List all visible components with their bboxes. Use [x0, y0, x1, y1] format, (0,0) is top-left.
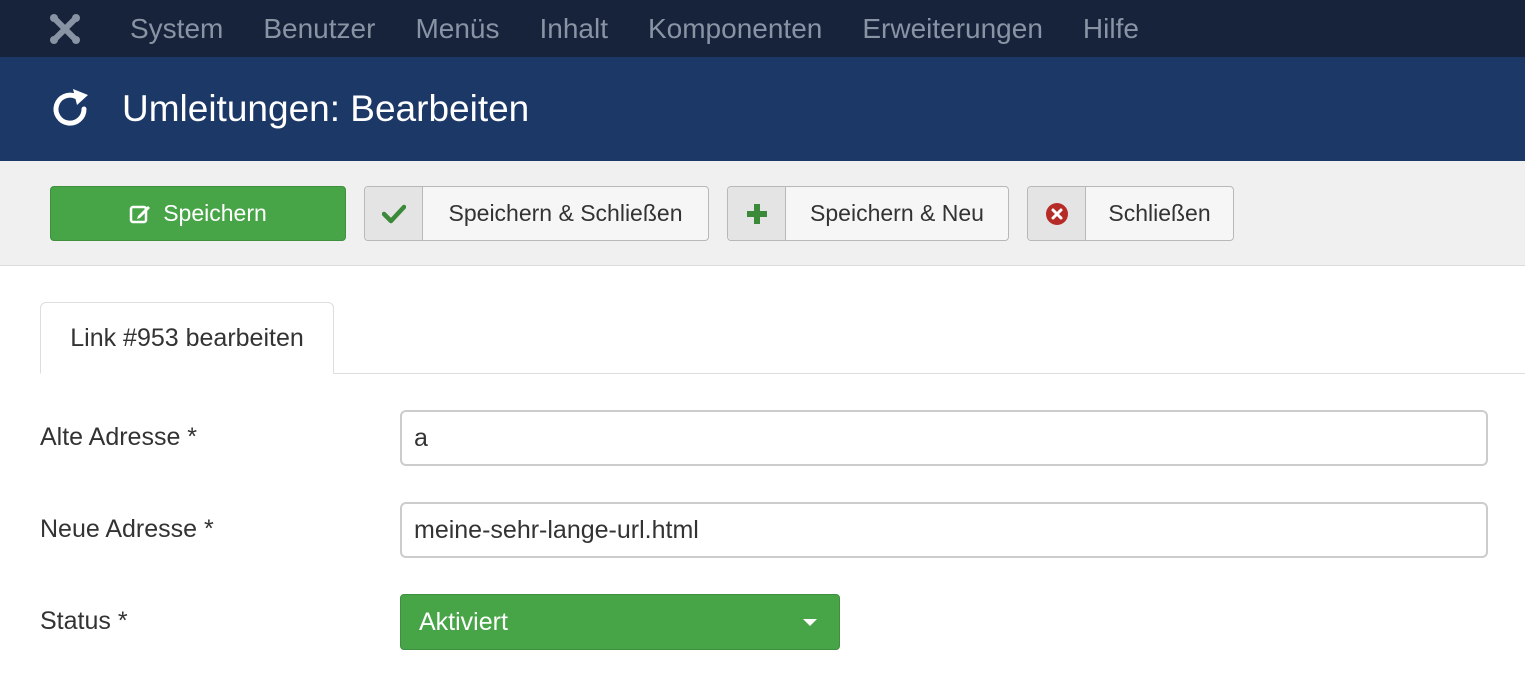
cancel-circle-icon [1028, 187, 1086, 240]
page-header: Umleitungen: Bearbeiten [0, 57, 1525, 161]
refresh-icon [48, 87, 92, 131]
close-button[interactable]: Schließen [1027, 186, 1234, 241]
status-select[interactable]: Aktiviert [400, 594, 840, 650]
nav-item-benutzer[interactable]: Benutzer [263, 0, 375, 57]
top-navbar: System Benutzer Menüs Inhalt Komponenten… [0, 0, 1525, 57]
nav-item-inhalt[interactable]: Inhalt [539, 0, 608, 57]
toolbar: Speichern Speichern & Schließen Speicher… [0, 161, 1525, 266]
save-close-label: Speichern & Schließen [448, 200, 683, 226]
old-url-label: Alte Adresse * [40, 423, 198, 451]
save-new-button[interactable]: Speichern & Neu [727, 186, 1009, 241]
nav-item-system[interactable]: System [130, 0, 223, 57]
new-url-input[interactable] [400, 502, 1488, 558]
check-icon [365, 187, 423, 240]
edit-icon [129, 203, 151, 225]
save-close-button[interactable]: Speichern & Schließen [364, 186, 709, 241]
status-select-value: Aktiviert [419, 607, 508, 636]
save-button[interactable]: Speichern [50, 186, 346, 241]
joomla-logo-icon[interactable] [0, 0, 130, 57]
tab-edit-link[interactable]: Link #953 bearbeiten [40, 302, 334, 374]
nav-item-hilfe[interactable]: Hilfe [1083, 0, 1139, 57]
save-new-label: Speichern & Neu [810, 200, 984, 226]
save-button-label: Speichern [163, 200, 267, 226]
page-title: Umleitungen: Bearbeiten [122, 88, 530, 129]
status-label: Status * [40, 607, 128, 635]
close-label: Schließen [1108, 200, 1211, 226]
nav-item-menus[interactable]: Menüs [415, 0, 499, 57]
plus-icon [728, 187, 786, 240]
old-url-input[interactable] [400, 410, 1488, 466]
new-url-label: Neue Adresse * [40, 515, 214, 543]
nav-item-komponenten[interactable]: Komponenten [648, 0, 822, 57]
nav-item-erweiterungen[interactable]: Erweiterungen [862, 0, 1043, 57]
caret-down-icon [803, 619, 817, 626]
